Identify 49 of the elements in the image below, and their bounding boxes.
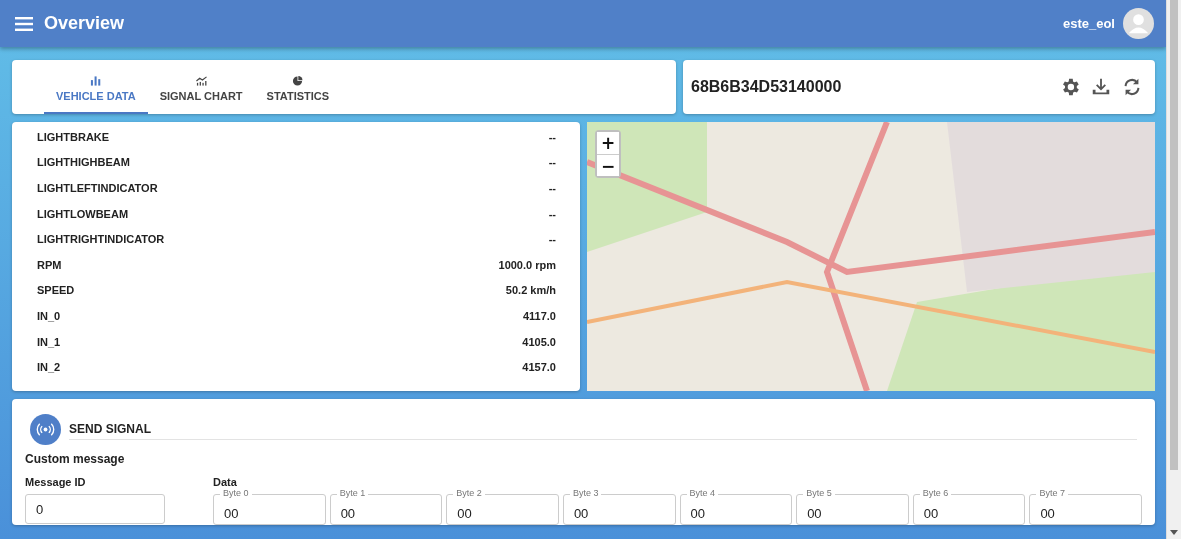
signal-name: IN_0 (37, 309, 61, 322)
scrollbar[interactable] (1166, 0, 1181, 539)
byte-label: Byte 3 (569, 488, 602, 499)
menu-icon[interactable] (15, 16, 33, 31)
tab[interactable]: VEHICLE DATA (44, 60, 148, 114)
byte-label: Byte 2 (453, 488, 485, 499)
signal-value: 4157.0 (522, 361, 556, 374)
signal-name: IN_2 (37, 361, 61, 374)
signal-name: LIGHTLOWBEAM (37, 207, 129, 220)
avatar-icon[interactable] (1123, 8, 1154, 39)
pie-chart-icon (292, 76, 304, 86)
signal-value: -- (548, 207, 556, 220)
zoom-out-button[interactable]: − (597, 154, 619, 176)
section-title: SEND SIGNAL (69, 414, 1137, 440)
signal-name: RPM (37, 258, 62, 271)
signal-value: -- (548, 233, 556, 246)
signal-name: LIGHTRIGHTINDICATOR (37, 233, 165, 246)
subsection-title: Custom message (25, 452, 126, 466)
signal-value: 4105.0 (522, 335, 556, 348)
user-name: este_eol (1062, 16, 1115, 31)
tab[interactable]: SIGNAL CHART (147, 60, 255, 114)
byte-label: Byte 6 (919, 488, 952, 499)
signal-name: IN_1 (37, 335, 61, 348)
signal-name: LIGHTBRAKE (37, 130, 110, 143)
page-title: Overview (44, 13, 125, 34)
tab[interactable]: STATISTICS (254, 60, 342, 114)
field-label: Data (213, 476, 238, 488)
signal-value: 4117.0 (522, 309, 556, 322)
signal-value: -- (548, 130, 556, 143)
map-placeholder[interactable]: + − (587, 122, 1155, 391)
signal-value: -- (548, 182, 556, 194)
broadcast-icon (30, 414, 61, 445)
byte-label: Byte 7 (1036, 488, 1068, 499)
field-label: Message ID (25, 476, 87, 488)
message-id-field[interactable]: 0 (25, 494, 165, 524)
device-id: 68B6B34D53140000 (691, 78, 842, 96)
signal-value: -- (548, 156, 556, 169)
byte-label: Byte 1 (336, 488, 369, 499)
bar-chart-icon (90, 76, 102, 86)
signal-value: 50.2 km/h (505, 284, 556, 297)
scroll-down-icon[interactable] (1170, 530, 1178, 535)
signal-name: SPEED (37, 284, 75, 297)
byte-label: Byte 5 (803, 488, 835, 499)
signal-name: LIGHTLEFTINDICATOR (37, 182, 158, 194)
signal-value: 1000.0 rpm (498, 258, 556, 271)
line-chart-icon (195, 76, 207, 86)
signal-name: LIGHTHIGHBEAM (37, 156, 130, 169)
byte-label: Byte 4 (686, 488, 718, 499)
byte-label: Byte 0 (220, 488, 252, 499)
